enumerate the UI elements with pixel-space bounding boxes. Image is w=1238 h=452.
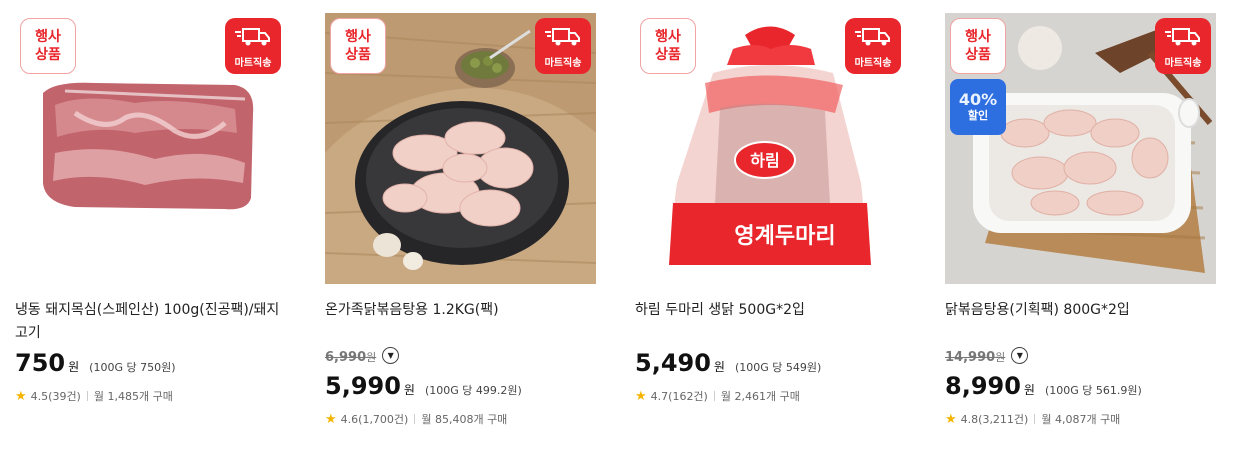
currency-label: 원 (68, 360, 80, 374)
rating: 4.5(39건) (30, 390, 81, 403)
price-row: 5,990 원 (100G 당 499.2원) (325, 372, 522, 400)
rating: 4.7(162건) (650, 390, 708, 403)
unit-price: (100G 당 750원) (89, 361, 176, 374)
event-badge-line2: 상품 (655, 47, 681, 63)
package-brand: 하림 (750, 151, 779, 170)
monthly-purchases: 월 2,461개 구매 (720, 390, 800, 403)
currency-label: 원 (713, 360, 725, 374)
monthly-purchases: 월 1,485개 구매 (93, 390, 173, 403)
original-currency: 원 (995, 351, 1006, 364)
original-price: 14,990 (945, 350, 996, 365)
original-price-row: 14,990원 ▼ (945, 346, 1029, 365)
mart-direct-label: 마트직송 (234, 58, 272, 69)
mart-direct-badge: 마트직송 (225, 18, 281, 74)
discount-badge: 40% 할인 (950, 79, 1006, 135)
product-image[interactable]: 행사 상품 마트직송 (15, 13, 286, 284)
price-row: 8,990 원 (100G 당 561.9원) (945, 372, 1142, 400)
original-price: 6,990 (325, 350, 367, 365)
currency-label: 원 (1023, 383, 1035, 397)
mart-direct-label: 마트직송 (1164, 58, 1202, 69)
price-row: 750 원 (100G 당 750원) (15, 349, 176, 377)
event-badge-line2: 상품 (965, 47, 991, 63)
product-card-3[interactable]: 하림 영계두마리 행사 상품 마트직송 하림 두마리 생닭 500G*2입 5,… (635, 13, 906, 404)
truck-icon (545, 28, 580, 46)
event-badge-line1: 행사 (655, 29, 681, 45)
star-icon: ★ (15, 388, 27, 404)
monthly-purchases: 월 4,087개 구매 (1041, 413, 1121, 426)
divider (713, 391, 715, 401)
rating: 4.6(1,700건) (340, 413, 409, 426)
mart-direct-badge: 마트직송 (1155, 18, 1211, 74)
truck-icon (855, 28, 890, 46)
divider (86, 391, 88, 401)
star-icon: ★ (635, 388, 647, 404)
product-image[interactable]: 하림 영계두마리 행사 상품 마트직송 (635, 13, 906, 284)
sale-price: 5,490 (635, 349, 711, 377)
product-card-1[interactable]: 행사 상품 마트직송 냉동 돼지목심(스페인산) 100g(진공팩)/돼지고기 … (15, 13, 286, 404)
event-badge-line2: 상품 (35, 47, 61, 63)
original-price-row: 6,990원 ▼ (325, 346, 400, 365)
event-badge-line1: 행사 (965, 29, 991, 45)
product-title[interactable]: 냉동 돼지목심(스페인산) 100g(진공팩)/돼지고기 (15, 299, 283, 345)
currency-label: 원 (403, 383, 415, 397)
chevron-down-icon[interactable]: ▼ (382, 347, 400, 364)
unit-price: (100G 당 549원) (734, 361, 822, 374)
product-card-4[interactable]: 행사 상품 40% 할인 마트직송 닭볶음탕용(기획팩) 800G*2입 14,… (945, 13, 1216, 427)
price-row: 5,490 원 (100G 당 549원) (635, 349, 821, 377)
rating: 4.8(3,211건) (960, 413, 1029, 426)
mart-direct-badge: 마트직송 (845, 18, 901, 74)
event-product-badge: 행사 상품 (20, 18, 76, 74)
event-badge-line1: 행사 (35, 29, 61, 45)
divider (414, 414, 416, 424)
meta-row: ★ 4.5(39건) 월 1,485개 구매 (15, 388, 173, 404)
event-badge-line1: 행사 (345, 29, 371, 45)
divider (1034, 414, 1036, 424)
mart-direct-label: 마트직송 (544, 58, 582, 69)
product-title[interactable]: 온가족닭볶음탕용 1.2KG(팩) (325, 299, 593, 322)
event-product-badge: 행사 상품 (330, 18, 386, 74)
monthly-purchases: 월 85,408개 구매 (421, 413, 508, 426)
discount-label: 할인 (967, 109, 989, 122)
unit-price: (100G 당 499.2원) (424, 384, 522, 397)
package-name: 영계두마리 (734, 224, 835, 249)
star-icon: ★ (325, 411, 337, 427)
truck-icon (1165, 28, 1200, 46)
product-title[interactable]: 하림 두마리 생닭 500G*2입 (635, 299, 903, 322)
event-badge-line2: 상품 (345, 47, 371, 63)
mart-direct-badge: 마트직송 (535, 18, 591, 74)
sale-price: 750 (15, 349, 66, 377)
product-image[interactable]: 행사 상품 40% 할인 마트직송 (945, 13, 1216, 284)
meta-row: ★ 4.8(3,211건) 월 4,087개 구매 (945, 411, 1120, 427)
product-card-2[interactable]: 행사 상품 마트직송 온가족닭볶음탕용 1.2KG(팩) 6,990원 ▼ 5,… (325, 13, 596, 427)
event-product-badge: 행사 상품 (640, 18, 696, 74)
original-currency: 원 (366, 351, 377, 364)
discount-percent: 40% (958, 90, 998, 109)
event-product-badge: 행사 상품 (950, 18, 1006, 74)
unit-price: (100G 당 561.9원) (1044, 384, 1142, 397)
sale-price: 8,990 (945, 372, 1021, 400)
product-title[interactable]: 닭볶음탕용(기획팩) 800G*2입 (945, 299, 1213, 322)
star-icon: ★ (945, 411, 957, 427)
sale-price: 5,990 (325, 372, 401, 400)
meta-row: ★ 4.6(1,700건) 월 85,408개 구매 (325, 411, 507, 427)
mart-direct-label: 마트직송 (854, 58, 892, 69)
chevron-down-icon[interactable]: ▼ (1011, 347, 1029, 364)
truck-icon (235, 28, 270, 46)
product-image[interactable]: 행사 상품 마트직송 (325, 13, 596, 284)
meta-row: ★ 4.7(162건) 월 2,461개 구매 (635, 388, 800, 404)
